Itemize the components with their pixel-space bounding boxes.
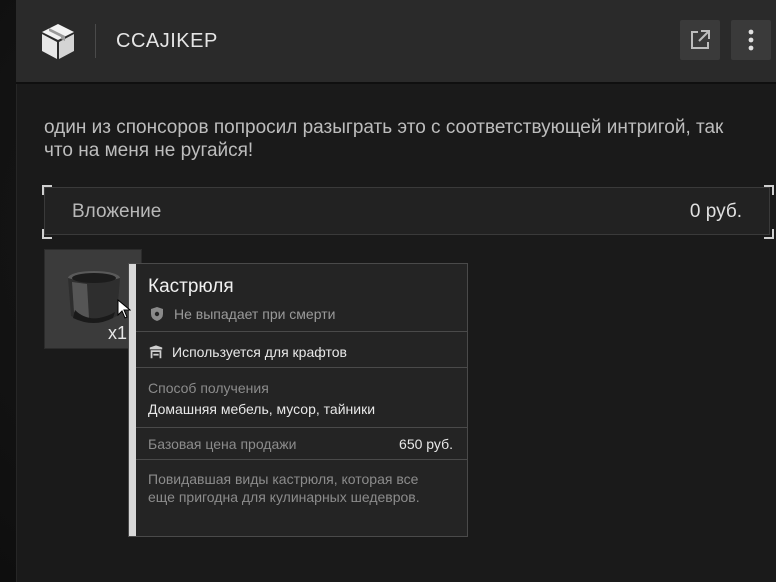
source-value: Домашняя мебель, мусор, тайники (148, 401, 376, 417)
item-description: Повидавшая виды кастрюля, которая все ещ… (148, 471, 420, 505)
header-divider (95, 24, 96, 58)
tooltip-divider (136, 331, 467, 332)
frame-corner (42, 229, 52, 239)
tooltip-divider (136, 427, 467, 428)
shield-icon (151, 307, 163, 321)
price-label: Базовая цена продажи (148, 436, 297, 452)
crafting-note: Используется для крафтов (172, 344, 347, 360)
item-name: Кастрюля (148, 276, 234, 297)
investment-bar: Вложение 0 руб. (44, 187, 770, 235)
mouse-cursor-icon (117, 299, 131, 319)
header-title: CCAJIKEP (116, 30, 218, 52)
more-options-button[interactable] (731, 20, 771, 60)
price-value: 650 руб. (399, 436, 453, 452)
workbench-icon (149, 345, 163, 359)
message-text: один из спонсоров попросил разыграть это… (44, 117, 724, 161)
pot-icon (68, 271, 120, 323)
item-quantity: x1 (108, 323, 128, 343)
more-vertical-icon (748, 29, 754, 51)
investment-value: 0 руб. (689, 201, 742, 222)
tooltip-divider (136, 459, 467, 460)
no-drop-note: Не выпадает при смерти (174, 306, 336, 322)
box-icon (42, 24, 74, 59)
tooltip-divider (136, 367, 467, 368)
external-link-icon (691, 30, 710, 49)
item-tooltip: Кастрюля Не выпадает при смерти Использу… (128, 263, 468, 537)
frame-corner (764, 185, 774, 195)
frame-corner (764, 229, 774, 239)
source-label: Способ получения (148, 380, 269, 396)
investment-label: Вложение (72, 201, 162, 222)
frame-corner (42, 185, 52, 195)
open-external-button[interactable] (680, 20, 720, 60)
